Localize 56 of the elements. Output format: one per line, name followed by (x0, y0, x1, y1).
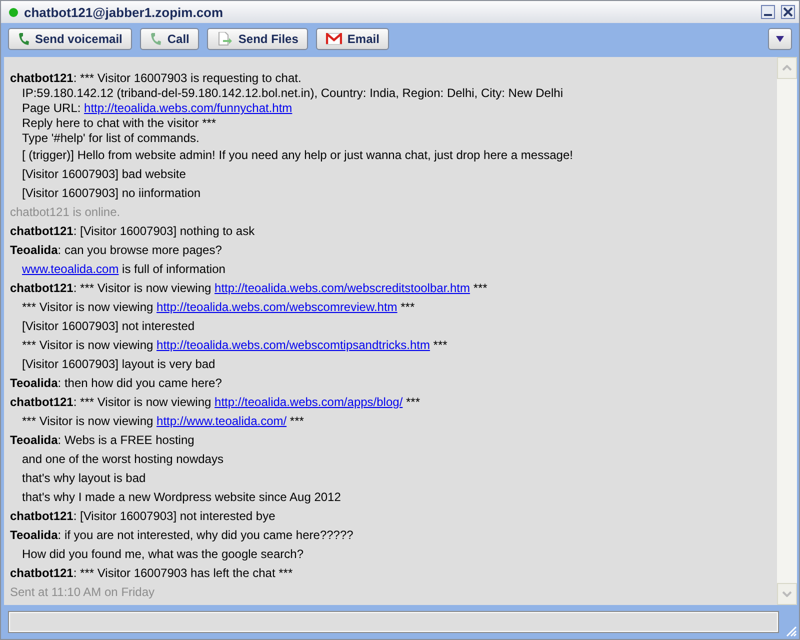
chat-line: chatbot121: [Visitor 16007903] not interested bye (10, 508, 276, 525)
caret-icon (775, 35, 785, 43)
status-message: Sent at 11:10 AM on Friday (10, 584, 156, 601)
toolbar-button[interactable]: Email (316, 28, 390, 50)
chat-line: Teoalida: then how did you came here? (10, 375, 223, 392)
chat-line: [Visitor 16007903] bad website (21, 166, 187, 183)
chat-line: [ (trigger)] Hello from website admin! If you need any help or just wanna chat, just drop here a message! (21, 147, 574, 164)
chat-line: that's why layout is bad (21, 470, 147, 487)
chat-line: IP:59.180.142.12 (triband-del-59.180.142.12.bol.net.in), Country: India, Region: Delhi, City: New Delhi (21, 86, 564, 101)
chat-line: that's why I made a new Wordpress website since Aug 2012 (21, 489, 342, 506)
toolbar-button[interactable]: Send Files (207, 28, 308, 50)
chat-line: and one of the worst hosting nowdays (21, 451, 224, 468)
file-icon (217, 32, 234, 46)
chat-line: *** Visitor is now viewing http://teoalida.webs.com/webscomreview.htm *** (21, 299, 416, 316)
link[interactable]: http://teoalida.webs.com/webscomreview.htm (156, 300, 398, 314)
chat-line: Reply here to chat with the visitor *** (21, 116, 218, 131)
chat-line: chatbot121: *** Visitor 16007903 is requesting to chat. (10, 71, 302, 86)
link[interactable]: http://teoalida.webs.com/funnychat.htm (84, 101, 292, 115)
window-title: chatbot121@jabber1.zopim.com (24, 4, 224, 20)
chat-line: *** Visitor is now viewing http://teoalida.webs.com/webscomtipsandtricks.htm *** (21, 337, 448, 354)
link[interactable]: www.teoalida.com (22, 262, 119, 276)
chat-line: How did you found me, what was the google search? (21, 546, 305, 563)
phone-icon (150, 32, 162, 46)
chat-line: [Visitor 16007903] no iinformation (21, 185, 202, 202)
chat-line: Teoalida: if you are not interested, why did you came here????? (10, 527, 354, 544)
close-button[interactable] (781, 5, 795, 19)
phone-icon (18, 32, 30, 46)
resize-grip-icon (785, 625, 797, 637)
mail-icon (326, 33, 342, 45)
message-input[interactable] (8, 611, 779, 633)
chat-line: chatbot121: *** Visitor is now viewing http://teoalida.webs.com/webscreditstoolbar.htm *** (10, 280, 488, 297)
link[interactable]: http://www.teoalida.com/ (156, 414, 287, 428)
link[interactable]: http://teoalida.webs.com/webscomtipsandtricks.htm (156, 338, 430, 352)
link[interactable]: http://teoalida.webs.com/apps/blog/ (214, 395, 403, 409)
chat-line: Type '#help' for list of commands. (21, 131, 200, 146)
chat-line: [Visitor 16007903] layout is very bad (21, 356, 216, 373)
chat-line: [Visitor 16007903] not interested (21, 318, 196, 335)
chat-line: chatbot121: [Visitor 16007903] nothing to ask (10, 223, 256, 240)
chat-line: Teoalida: Webs is a FREE hosting (10, 432, 196, 449)
toolbar-button[interactable]: Send voicemail (8, 28, 132, 50)
chevron-down-icon (782, 591, 792, 597)
chat-line: chatbot121: *** Visitor is now viewing http://teoalida.webs.com/apps/blog/ *** (10, 394, 421, 411)
minimize-button[interactable] (761, 5, 775, 19)
link[interactable]: http://teoalida.webs.com/webscreditstoolbar.htm (214, 281, 470, 295)
status-dot (9, 8, 18, 16)
chat-line: www.teoalida.com is full of information (21, 261, 226, 278)
close-icon (783, 7, 793, 17)
toolbar-button[interactable]: Call (140, 28, 200, 50)
chevron-up-icon (782, 65, 792, 71)
minimize-icon (764, 14, 772, 16)
chat-line: Teoalida: can you browse more pages? (10, 242, 223, 259)
dropdown-button[interactable] (768, 28, 792, 50)
chat-line: chatbot121: *** Visitor 16007903 has left the chat *** (10, 565, 294, 582)
status-message: chatbot121 is online. (10, 204, 122, 221)
chat-line: *** Visitor is now viewing http://www.teoalida.com/ *** (21, 413, 305, 430)
chat-line: Page URL: http://teoalida.webs.com/funnychat.htm (21, 101, 294, 116)
